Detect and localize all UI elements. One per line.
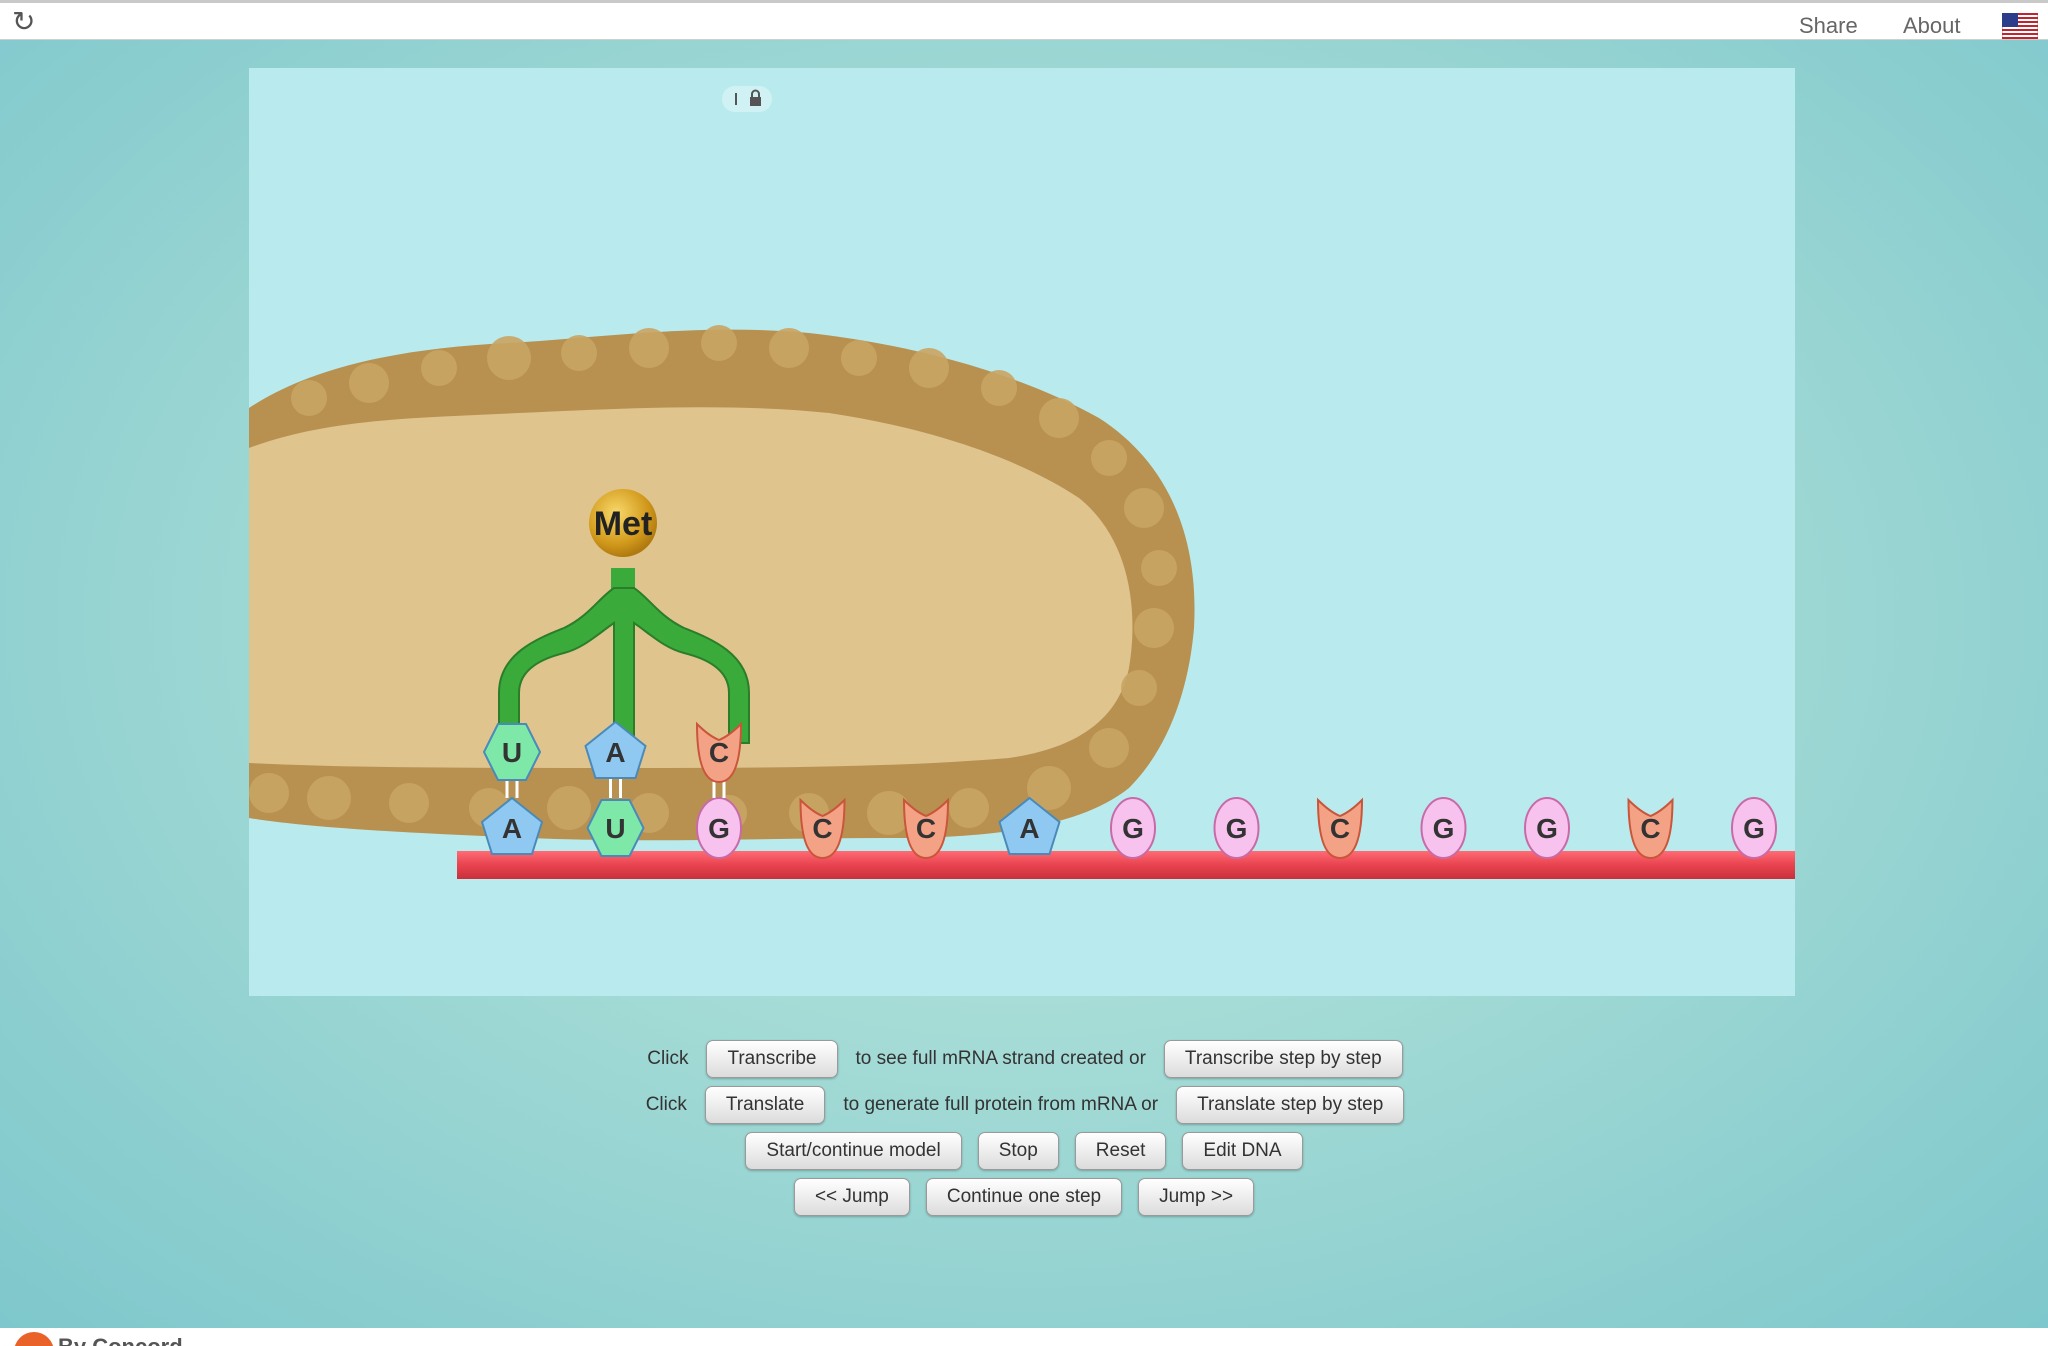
svg-text:A: A xyxy=(605,737,625,768)
svg-text:U: U xyxy=(605,813,625,844)
base-C: C xyxy=(1627,797,1674,860)
base-G: G xyxy=(1420,797,1467,859)
reset-button[interactable]: Reset xyxy=(1074,1132,1167,1170)
stop-button[interactable]: Stop xyxy=(977,1132,1059,1170)
svg-text:C: C xyxy=(916,813,936,844)
svg-text:C: C xyxy=(1640,813,1660,844)
translate-description: to generate full protein from mRNA or xyxy=(843,1094,1159,1115)
svg-text:G: G xyxy=(708,813,730,844)
svg-text:A: A xyxy=(502,813,522,844)
svg-text:G: G xyxy=(1122,813,1144,844)
transcribe-button[interactable]: Transcribe xyxy=(706,1040,838,1078)
base-G: G xyxy=(1524,797,1570,859)
svg-text:G: G xyxy=(1226,813,1248,844)
share-link[interactable]: Share xyxy=(1799,13,1858,39)
base-G: G xyxy=(1731,797,1777,859)
translate-button[interactable]: Translate xyxy=(704,1086,826,1124)
reload-icon[interactable]: ↻ xyxy=(12,8,35,36)
svg-text:U: U xyxy=(502,737,522,768)
concord-brand: By Concord xyxy=(58,1334,183,1346)
us-flag-icon[interactable] xyxy=(2002,13,2038,39)
svg-text:G: G xyxy=(1743,813,1765,844)
transcribe-description: to see full mRNA strand created or xyxy=(855,1048,1146,1069)
base-G: G xyxy=(1110,797,1156,859)
svg-text:G: G xyxy=(1536,813,1558,844)
jump-back-button[interactable]: << Jump xyxy=(793,1178,910,1216)
edit-dna-button[interactable]: Edit DNA xyxy=(1182,1132,1303,1170)
lock-icon[interactable] xyxy=(722,86,772,112)
transcribe-step-button[interactable]: Transcribe step by step xyxy=(1163,1040,1403,1078)
svg-text:G: G xyxy=(1433,813,1455,844)
svg-text:C: C xyxy=(1330,813,1350,844)
base-C: C xyxy=(1316,797,1364,860)
transcribe-row: Click Transcribe to see full mRNA strand… xyxy=(0,1040,2048,1078)
click-text: Click xyxy=(647,1048,689,1069)
translate-step-button[interactable]: Translate step by step xyxy=(1176,1086,1405,1124)
amino-acid-label: Met xyxy=(594,505,653,543)
model-controls-row: Start/continue model Stop Reset Edit DNA xyxy=(0,1132,2048,1170)
footer: By Concord xyxy=(0,1328,2048,1346)
svg-text:C: C xyxy=(709,737,729,768)
top-bar: ↻ Share About xyxy=(0,0,2048,40)
continue-one-step-button[interactable]: Continue one step xyxy=(925,1178,1123,1216)
step-controls-row: << Jump Continue one step Jump >> xyxy=(0,1178,2048,1216)
start-continue-button[interactable]: Start/continue model xyxy=(745,1132,962,1170)
svg-text:C: C xyxy=(812,813,832,844)
concord-logo-icon xyxy=(14,1332,54,1346)
main-area: A U G C C A G G C G G C G Met U A C Click Transcribe t… xyxy=(0,40,2048,1328)
simulation-canvas[interactable]: A U G C C A G G C G G C G Met U A C xyxy=(249,68,1795,996)
click-text: Click xyxy=(645,1094,687,1115)
translate-row: Click Translate to generate full protein… xyxy=(0,1086,2048,1124)
base-G: G xyxy=(696,797,742,859)
svg-text:A: A xyxy=(1019,813,1039,844)
jump-forward-button[interactable]: Jump >> xyxy=(1138,1178,1255,1216)
base-G: G xyxy=(1213,797,1260,859)
about-link[interactable]: About xyxy=(1903,13,1961,39)
